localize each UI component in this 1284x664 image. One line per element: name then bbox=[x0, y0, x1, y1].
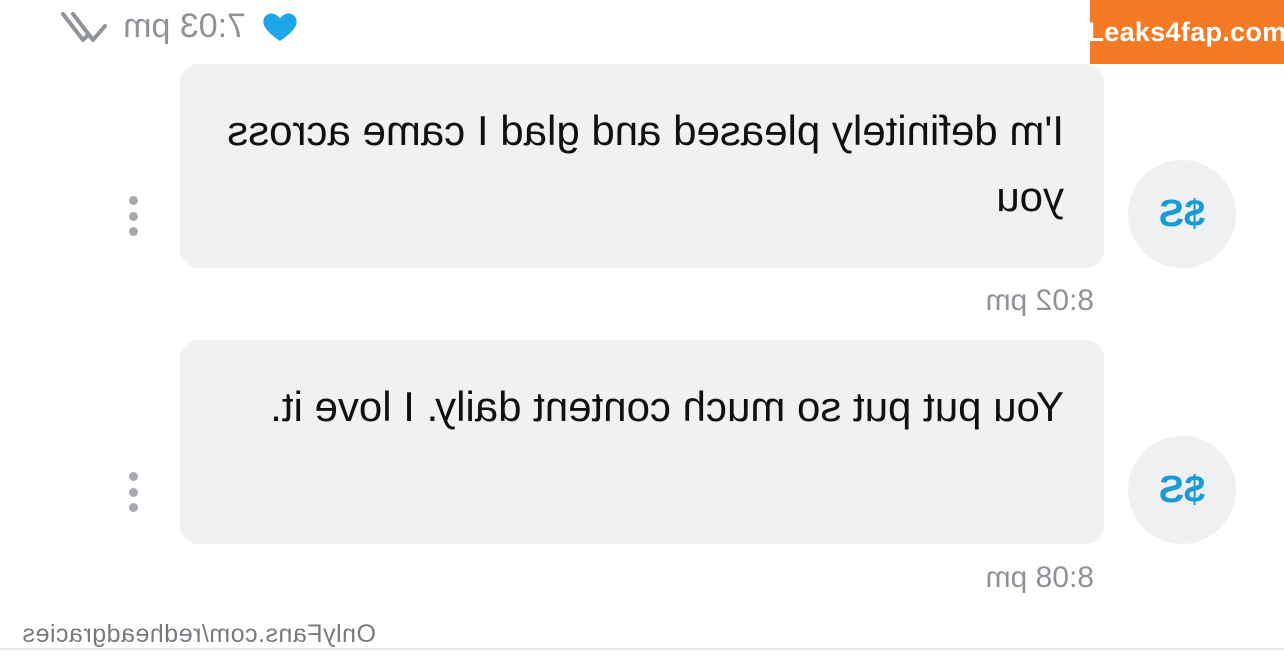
heart-icon bbox=[260, 6, 300, 46]
message-text: I'm definitely pleased and glad I came a… bbox=[227, 107, 1064, 220]
status-time: 7:03 pm bbox=[123, 6, 246, 45]
message-bubble[interactable]: I'm definitely pleased and glad I came a… bbox=[180, 64, 1104, 268]
status-row: 7:03 pm bbox=[51, 4, 300, 48]
source-watermark: OnlyFans.com/redheadgracies bbox=[22, 620, 376, 648]
message-bubble[interactable]: You put put so much content daily. I lov… bbox=[180, 340, 1104, 544]
avatar[interactable]: $S bbox=[1128, 160, 1236, 268]
avatar-initials: $S bbox=[1158, 192, 1206, 235]
more-options-icon[interactable] bbox=[126, 472, 142, 512]
chat-view: 7:03 pm $S I'm definitely pleased and gl… bbox=[0, 0, 1284, 664]
double-check-icon bbox=[51, 6, 109, 46]
message-text: You put put so much content daily. I lov… bbox=[270, 383, 1064, 430]
divider bbox=[0, 648, 1284, 650]
screenshot-stage: 7:03 pm $S I'm definitely pleased and gl… bbox=[0, 0, 1284, 664]
avatar-initials: $S bbox=[1158, 468, 1206, 511]
message-time: 8:08 pm bbox=[985, 561, 1094, 594]
avatar[interactable]: $S bbox=[1128, 436, 1236, 544]
message-time: 8:02 pm bbox=[985, 284, 1094, 317]
more-options-icon[interactable] bbox=[126, 196, 142, 236]
site-watermark: Leaks4fap.com bbox=[1088, 0, 1284, 64]
